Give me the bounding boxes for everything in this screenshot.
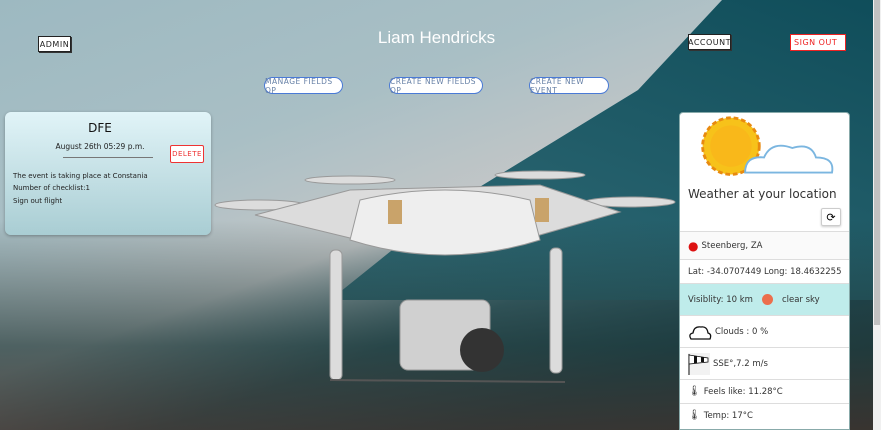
sign-out-button[interactable]: SIGN OUT (790, 34, 846, 51)
temperature: Temp: 17°C (703, 410, 753, 421)
wind-row: SSE°,7.2 m/s (680, 347, 849, 379)
event-date: August 26th 05:29 p.m. (55, 142, 145, 151)
map-pin-icon: ● (688, 238, 699, 253)
thermometer-icon: 🌡 (688, 410, 701, 421)
delete-button[interactable]: DELETE (170, 145, 204, 163)
sun-cloud-icon (701, 116, 834, 176)
feels-like-row: 🌡 Feels like: 11.28°C (680, 379, 849, 403)
admin-button[interactable]: ADMIN (38, 36, 71, 52)
cloud-icon (689, 325, 712, 340)
feels-like: Feels like: 11.28°C (703, 386, 783, 397)
divider (63, 157, 153, 158)
account-button[interactable]: ACCOUNT (688, 34, 731, 50)
create-new-fields-op-button[interactable]: CREATE NEW FIELDS OP (389, 77, 483, 95)
event-name: DFE (88, 121, 112, 135)
sky-condition: clear sky (781, 294, 820, 305)
coordinates: Lat: -34.0707449 Long: 18.4632255 (688, 266, 842, 277)
refresh-button[interactable]: ⟳ (821, 208, 841, 226)
event-location: The event is taking place at Constania (13, 172, 148, 180)
checklist-count: Number of checklist:1 (13, 184, 90, 192)
weather-title: Weather at your location (688, 187, 837, 201)
weather-panel: Weather at your location ⟳ ● Steenberg, … (679, 112, 850, 430)
sign-out-flight-link[interactable]: Sign out flight (13, 197, 211, 205)
create-new-event-button[interactable]: CREATE NEW EVENT (529, 77, 609, 95)
user-name-title: Liam Hendricks (377, 28, 496, 47)
location-name: Steenberg, ZA (701, 240, 763, 251)
refresh-icon: ⟳ (826, 210, 836, 224)
windsock-icon (688, 352, 710, 375)
temp-row: 🌡 Temp: 17°C (680, 403, 849, 427)
scrollbar-thumb[interactable] (874, 0, 880, 325)
wind: SSE°,7.2 m/s (713, 358, 768, 369)
thermometer-icon: 🌡 (688, 386, 701, 397)
visibility: Visiblity: 10 km (688, 294, 753, 305)
clouds-row: Clouds : 0 % (680, 315, 849, 347)
drone-image (214, 170, 676, 383)
sky-dot-icon (761, 294, 773, 305)
visibility-row: Visiblity: 10 km clear sky (680, 283, 849, 315)
location-row: ● Steenberg, ZA (680, 231, 849, 259)
clouds: Clouds : 0 % (715, 326, 769, 337)
manage-fields-op-button[interactable]: MANAGE FIELDS OP (264, 77, 343, 95)
coords-row: Lat: -34.0707449 Long: 18.4632255 (680, 259, 849, 283)
event-card: DFE August 26th 05:29 p.m. DELETE The ev… (5, 112, 211, 235)
